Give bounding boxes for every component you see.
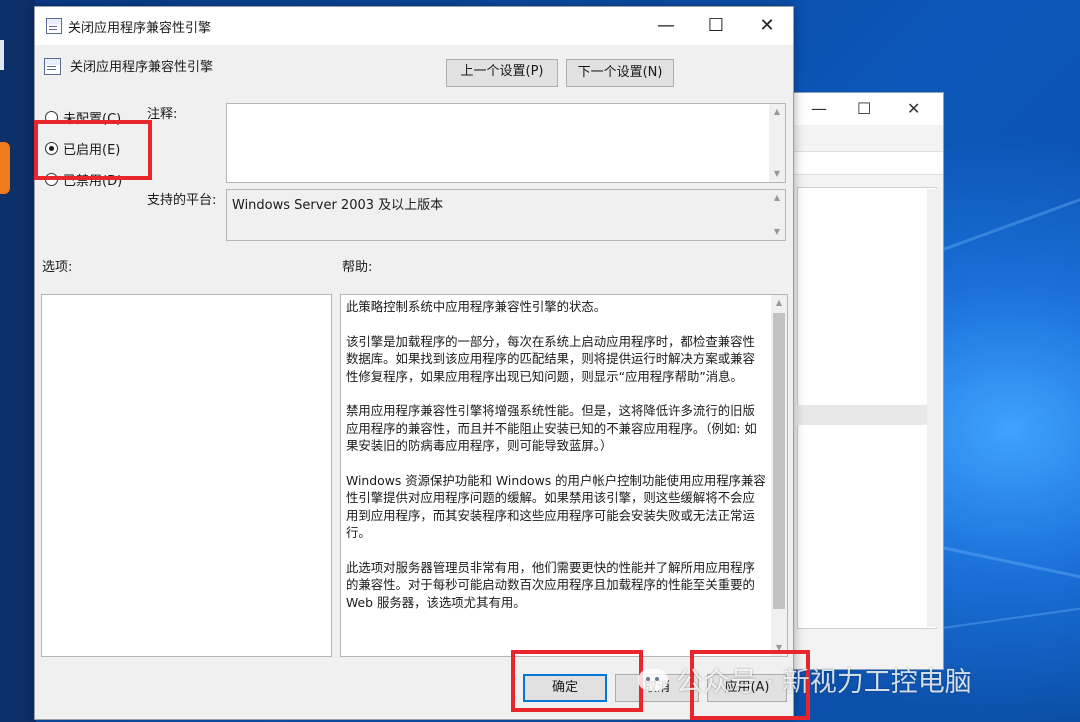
- scroll-down-icon[interactable]: ▼: [769, 166, 785, 182]
- comment-textarea[interactable]: ▲ ▼: [226, 103, 786, 183]
- close-icon[interactable]: ✕: [907, 99, 920, 118]
- scroll-down-icon[interactable]: ▼: [769, 224, 785, 240]
- policy-dialog: 关闭应用程序兼容性引擎 — ☐ ✕ 关闭应用程序兼容性引擎 上一个设置(P) 下…: [34, 6, 794, 720]
- highlight-ok-button: [511, 650, 643, 712]
- background-window-selected-row[interactable]: [797, 405, 937, 425]
- policy-name: 关闭应用程序兼容性引擎: [70, 60, 214, 75]
- options-pane[interactable]: [41, 294, 332, 657]
- help-label: 帮助:: [342, 260, 373, 275]
- desktop-app-icon[interactable]: [0, 142, 10, 194]
- desktop-icon-column: [0, 0, 36, 722]
- platform-label: 支持的平台:: [147, 193, 217, 208]
- help-paragraph: 此选项对服务器管理员非常有用，他们需要更快的性能并了解所用应用程序的兼容性。对于…: [346, 560, 755, 610]
- background-window-titlebar: — ☐ ✕: [787, 93, 943, 125]
- minimize-button[interactable]: —: [641, 7, 691, 45]
- platform-scrollbar[interactable]: ▲ ▼: [769, 190, 785, 240]
- dialog-titlebar: 关闭应用程序兼容性引擎 — ☐ ✕: [35, 7, 793, 45]
- scroll-up-icon[interactable]: ▲: [771, 295, 787, 311]
- maximize-button[interactable]: ☐: [691, 7, 741, 45]
- help-text: 此策略控制系统中应用程序兼容性引擎的状态。 该引擎是加载程序的一部分，每次在系统…: [346, 298, 766, 629]
- help-scrollbar[interactable]: ▲ ▼: [771, 295, 787, 656]
- help-paragraph: 该引擎是加载程序的一部分，每次在系统上启动应用程序时，都检查兼容性数据库。如果找…: [346, 333, 755, 384]
- dialog-title: 关闭应用程序兼容性引擎: [68, 21, 212, 36]
- wechat-icon: [638, 668, 668, 691]
- previous-setting-button[interactable]: 上一个设置(P): [446, 59, 558, 87]
- scroll-up-icon[interactable]: ▲: [769, 104, 785, 120]
- platform-value: Windows Server 2003 及以上版本: [232, 198, 444, 213]
- policy-setting-icon: [44, 58, 61, 75]
- highlight-enabled-radio: [34, 120, 152, 180]
- next-setting-button[interactable]: 下一个设置(N): [566, 59, 674, 87]
- help-paragraph: 此策略控制系统中应用程序兼容性引擎的状态。: [346, 299, 607, 314]
- comment-scrollbar[interactable]: ▲ ▼: [769, 104, 785, 182]
- policy-icon: [46, 18, 62, 34]
- help-paragraph: Windows 资源保护功能和 Windows 的用户帐户控制功能使用应用程序兼…: [346, 473, 766, 541]
- background-window-scrollbar[interactable]: [927, 189, 941, 627]
- watermark: 公众号 · 新视力工控电脑: [638, 660, 972, 699]
- desktop-icon[interactable]: [0, 40, 12, 70]
- maximize-icon[interactable]: ☐: [857, 99, 871, 118]
- scroll-up-icon[interactable]: ▲: [769, 190, 785, 206]
- watermark-text: 公众号 · 新视力工控电脑: [676, 667, 972, 698]
- scrollbar-thumb[interactable]: [773, 313, 785, 609]
- minimize-icon[interactable]: —: [811, 99, 827, 118]
- close-button[interactable]: ✕: [742, 7, 792, 45]
- options-label: 选项:: [42, 260, 73, 275]
- help-paragraph: 禁用应用程序兼容性引擎将增强系统性能。但是，这将降低许多流行的旧版应用程序的兼容…: [346, 403, 757, 454]
- help-pane[interactable]: 此策略控制系统中应用程序兼容性引擎的状态。 该引擎是加载程序的一部分，每次在系统…: [340, 294, 788, 657]
- background-window[interactable]: — ☐ ✕: [786, 92, 944, 670]
- background-window-toolbar: [787, 151, 943, 175]
- platform-field: Windows Server 2003 及以上版本 ▲ ▼: [226, 189, 786, 241]
